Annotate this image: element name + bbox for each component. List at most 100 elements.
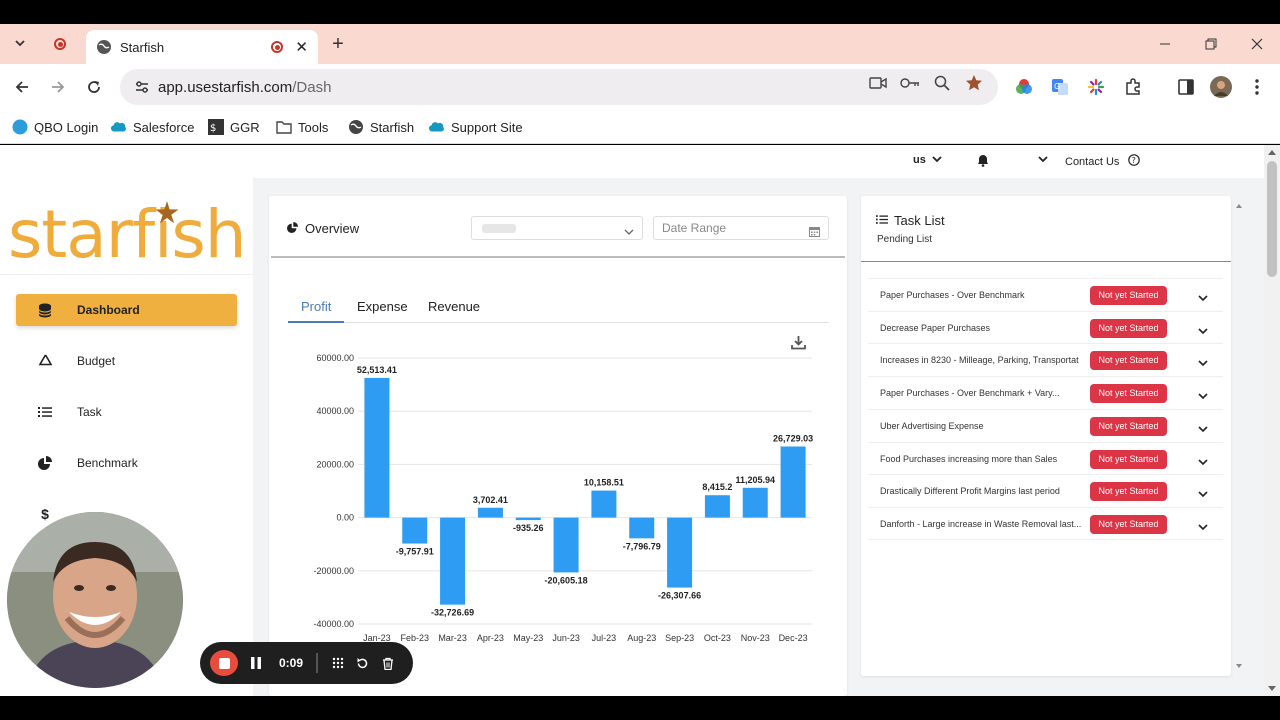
chart-bar[interactable] [704, 495, 730, 518]
folder-icon [276, 119, 292, 135]
chevron-down-icon[interactable] [1198, 387, 1208, 405]
bookmark-qbo-login[interactable]: QBO Login [12, 116, 98, 138]
site-settings-icon[interactable] [134, 79, 150, 95]
user-menu-toggle[interactable] [1038, 154, 1048, 166]
task-row[interactable]: Paper Purchases - Over Benchmark + Vary.… [868, 376, 1223, 409]
chart-bar[interactable] [402, 517, 428, 544]
sidebar-item-benchmark[interactable]: Benchmark [16, 447, 237, 479]
page-scrollbar[interactable] [1264, 145, 1280, 696]
salesforce-cloud-icon [111, 119, 127, 135]
svg-text:$: $ [210, 123, 216, 134]
location-select[interactable] [471, 216, 643, 240]
sidebar-item-budget[interactable]: Budget [16, 345, 237, 377]
globe-icon [96, 39, 112, 55]
chevron-down-icon[interactable] [1198, 453, 1208, 471]
recording-indicator [48, 32, 72, 56]
restart-button[interactable] [352, 650, 372, 676]
new-tab-button[interactable]: + [326, 32, 350, 56]
svg-text:?: ? [1132, 156, 1136, 165]
chart-bar[interactable] [440, 517, 466, 605]
task-label: Food Purchases increasing more than Sale… [880, 453, 1058, 464]
task-row[interactable]: Increases in 8230 - Milleage, Parking, T… [868, 343, 1223, 376]
ai-extension-icon[interactable] [1085, 76, 1107, 98]
zoom-icon[interactable] [932, 73, 952, 93]
minimize-button[interactable] [1151, 32, 1179, 56]
chart-bar[interactable] [780, 446, 806, 518]
task-row[interactable]: Uber Advertising Expense Not yet Started [868, 408, 1223, 442]
task-list-scrollbar[interactable] [1233, 196, 1245, 676]
chevron-down-icon [624, 223, 634, 241]
tab-profit[interactable]: Profit [301, 299, 331, 314]
chart-bar[interactable] [364, 377, 390, 518]
data-label: -32,726.69 [431, 608, 474, 618]
bookmark-starfish[interactable]: Starfish [348, 116, 414, 138]
locale-selector[interactable]: us [913, 154, 942, 166]
chevron-down-icon[interactable] [1198, 420, 1208, 438]
close-window-button[interactable] [1243, 32, 1271, 56]
task-label: Decrease Paper Purchases [880, 322, 991, 333]
color-extension-icon[interactable] [1013, 76, 1035, 98]
y-tick-label: -40000.00 [313, 619, 354, 629]
camera-icon[interactable] [868, 73, 888, 93]
reload-button[interactable] [82, 75, 106, 99]
side-panel-icon[interactable] [1175, 76, 1197, 98]
profile-avatar[interactable] [1210, 76, 1232, 98]
extensions-puzzle-icon[interactable] [1122, 76, 1144, 98]
tab-revenue[interactable]: Revenue [428, 299, 480, 314]
data-label: -9,757.91 [396, 547, 434, 557]
bookmark-tools[interactable]: Tools [276, 116, 328, 138]
sidebar-item-label: Budget [77, 354, 116, 368]
bookmark-ggr[interactable]: $ GGR [208, 116, 260, 138]
forward-button[interactable] [46, 75, 70, 99]
delete-recording-button[interactable] [378, 650, 398, 676]
chart-bar[interactable] [515, 517, 541, 521]
x-tick-label: Dec-23 [779, 633, 808, 643]
task-row[interactable]: Drastically Different Profit Margins las… [868, 474, 1223, 507]
task-row[interactable]: Paper Purchases - Over Benchmark Not yet … [868, 278, 1223, 311]
page-scrollbar-thumb[interactable] [1267, 161, 1277, 277]
status-badge: Not yet Started [1090, 449, 1167, 469]
back-button[interactable] [10, 75, 34, 99]
task-row[interactable]: Danforth - Large increase in Waste Remov… [868, 506, 1223, 540]
translate-icon[interactable]: G [1049, 76, 1071, 98]
browser-tab-starfish[interactable]: Starfish ✕ [86, 30, 318, 64]
tab-expense[interactable]: Expense [357, 299, 408, 314]
key-icon[interactable] [900, 73, 920, 93]
task-row[interactable]: Food Purchases increasing more than Sale… [868, 441, 1223, 475]
sidebar-item-dashboard[interactable]: Dashboard [16, 294, 237, 326]
task-row[interactable]: Decrease Paper Purchases Not yet Started [868, 310, 1223, 344]
bookmark-star-icon[interactable] [964, 73, 984, 93]
chart-bar[interactable] [629, 517, 655, 539]
chevron-down-icon[interactable] [1198, 322, 1208, 340]
tab-search-button[interactable] [8, 32, 32, 56]
chevron-down-icon[interactable] [1198, 485, 1208, 503]
pause-button[interactable] [246, 650, 266, 676]
bookmark-support-site[interactable]: Support Site [429, 116, 523, 138]
date-range-input[interactable]: Date Range [653, 216, 829, 240]
chart-bar[interactable] [553, 517, 579, 573]
address-bar[interactable]: app.usestarfish.com/Dash [120, 69, 998, 105]
task-label: Paper Purchases - Over Benchmark + Vary.… [880, 388, 1060, 399]
chart-bar[interactable] [742, 487, 768, 518]
chart-bar[interactable] [477, 507, 503, 518]
contact-us-link[interactable]: Contact Us ? [1065, 154, 1141, 169]
x-tick-label: Apr-23 [477, 633, 504, 643]
status-badge: Not yet Started [1090, 351, 1167, 371]
close-icon[interactable]: ✕ [295, 38, 308, 56]
chevron-down-icon[interactable] [1198, 518, 1208, 536]
notifications-button[interactable] [977, 154, 989, 170]
drag-handle[interactable] [328, 650, 348, 676]
stop-recording-button[interactable] [210, 650, 238, 676]
starfish-logo[interactable]: starfish [8, 196, 247, 273]
more-menu-icon[interactable] [1246, 76, 1268, 98]
url-path: /Dash [292, 78, 332, 96]
chart-bar[interactable] [591, 490, 617, 518]
sidebar-item-task[interactable]: Task [16, 396, 237, 428]
overview-divider [271, 256, 845, 258]
restore-button[interactable] [1197, 32, 1225, 56]
bookmark-salesforce[interactable]: Salesforce [111, 116, 194, 138]
chevron-down-icon[interactable] [1198, 289, 1208, 307]
chevron-down-icon[interactable] [1198, 354, 1208, 372]
chart-bar[interactable] [667, 517, 693, 588]
record-icon [271, 41, 284, 53]
